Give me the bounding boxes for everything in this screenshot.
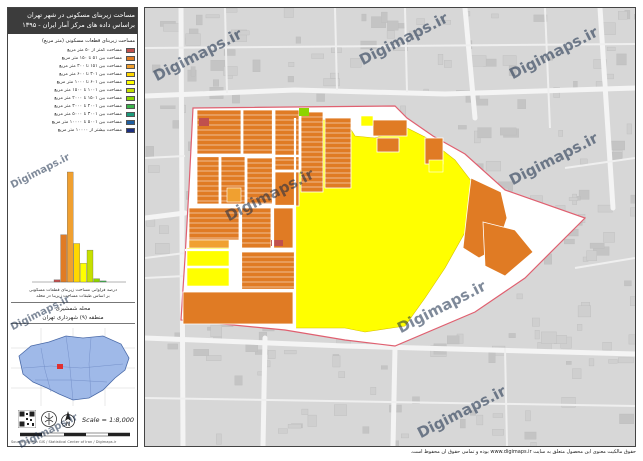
legend-label: مساحت بین ۳۰۰۱ تا ۵۰۰۰ متر مربع [54, 111, 122, 117]
scale-bar [20, 432, 130, 437]
copyright-footer: حقوق مالکیت معنوی این محصول متعلق به سای… [410, 449, 636, 455]
svg-text:N: N [66, 421, 71, 428]
histogram-bar [80, 263, 87, 283]
legend-label: مساحت بین ۳۰۱ تا ۶۰۰ متر مربع [59, 71, 122, 77]
legend-swatch [126, 119, 135, 125]
neighborhood-marker [57, 364, 63, 369]
legend-item: مساحت بین ۱۰۰۱ تا ۱۵۰۰ متر مربع [11, 86, 135, 94]
north-arrow-icon: N [61, 411, 75, 428]
legend-swatch [126, 47, 135, 53]
legend-label: مساحت بین ۶۰۱ تا ۱۰۰۰ متر مربع [56, 79, 122, 85]
legend-swatch [126, 127, 135, 133]
scale-label: Scale = 1:8,000 [82, 416, 134, 424]
legend-label: مساحت بین ۱۵۱ تا ۳۰۰ متر مربع [59, 63, 122, 69]
legend-swatch [126, 111, 135, 117]
histogram-caption-line2: بر اساس طبقات مساحت زیربنا در محله [36, 294, 110, 299]
legend-item: مساحت کمتر از ۵۰ متر مربع [11, 46, 135, 54]
legend-label: مساحت کمتر از ۵۰ متر مربع [67, 47, 122, 53]
legend-swatch [126, 71, 135, 77]
map-canvas[interactable]: Digimaps.ir Digimaps.ir Digimaps.ir Digi… [144, 7, 636, 447]
legend-item: مساحت بین ۵۱ تا ۱۵۰ متر مربع [11, 54, 135, 62]
basemap [145, 8, 635, 446]
histogram-bar [93, 278, 100, 283]
legend-panel: مساحت زیربنای مسکونی در شهر تهران براساس… [7, 7, 138, 447]
legend-heading: مساحت زیربنای قطعات مسکونی (متر مربع) [41, 38, 135, 44]
panel-title-line2: براساس داده های مرکز آمار ایران - ۱۳۹۵ [22, 21, 135, 29]
histogram-caption: درصد فراوانی مساحت زیربنای قطعات مسکونی … [11, 288, 135, 300]
legend-item: مساحت بین ۱۵۱ تا ۳۰۰ متر مربع [11, 62, 135, 70]
legend-item: مساحت بیشتر از ۱۰۰۰۰ متر مربع [11, 126, 135, 134]
credits-text: Source: Tehran GIS / Statistical Center … [11, 440, 117, 444]
legend-item: مساحت بین ۱۵۰۱ تا ۲۰۰۰ متر مربع [11, 94, 135, 102]
legend-label: مساحت بین ۲۰۰۱ تا ۳۰۰۰ متر مربع [54, 103, 122, 109]
histogram-bar [86, 249, 94, 283]
legend-swatch [126, 55, 135, 61]
histogram-bar [60, 234, 67, 283]
legend-item: مساحت بین ۲۰۰۱ تا ۳۰۰۰ متر مربع [11, 102, 135, 110]
legend-swatch [126, 79, 135, 85]
legend-swatch [126, 63, 135, 69]
tehran-locator-map [11, 328, 135, 406]
district-name: منطقه (۹) شهرداری تهران [42, 315, 104, 321]
qr-code-icon [18, 410, 36, 428]
legend-swatch [126, 95, 135, 101]
legend-swatch [126, 87, 135, 93]
legend-label: مساحت بین ۱۰۰۱ تا ۱۵۰۰ متر مربع [54, 87, 122, 93]
histogram-bar [67, 171, 74, 283]
legend-label: مساحت بین ۵۰۰۱ تا ۱۰۰۰۰ متر مربع [51, 119, 122, 125]
legend-item: مساحت بین ۳۰۰۱ تا ۵۰۰۰ متر مربع [11, 110, 135, 118]
histogram-bar [73, 243, 80, 283]
emblem-icon [41, 411, 57, 427]
legend-swatch [126, 103, 135, 109]
legend-item: مساحت بین ۵۰۰۱ تا ۱۰۰۰۰ متر مربع [11, 118, 135, 126]
legend-label: مساحت بین ۱۵۰۱ تا ۲۰۰۰ متر مربع [54, 95, 122, 101]
legend-label: مساحت بیشتر از ۱۰۰۰۰ متر مربع [57, 127, 122, 133]
neighborhood-name: محله شمشیری [55, 306, 91, 312]
histogram-bar [53, 279, 61, 283]
legend-label: مساحت بین ۵۱ تا ۱۵۰ متر مربع [61, 55, 122, 61]
location-label: محله شمشیری منطقه (۹) شهرداری تهران [11, 302, 135, 324]
histogram-bar [100, 280, 107, 283]
legend-item: مساحت بین ۳۰۱ تا ۶۰۰ متر مربع [11, 70, 135, 78]
panel-title: مساحت زیربنای مسکونی در شهر تهران براساس… [8, 8, 137, 34]
legend-list: مساحت کمتر از ۵۰ متر مربع مساحت بین ۵۱ تا… [11, 46, 135, 134]
legend-item: مساحت بین ۶۰۱ تا ۱۰۰۰ متر مربع [11, 78, 135, 86]
area-histogram [32, 171, 126, 283]
panel-title-line1: مساحت زیربنای مسکونی در شهر تهران [27, 11, 135, 19]
